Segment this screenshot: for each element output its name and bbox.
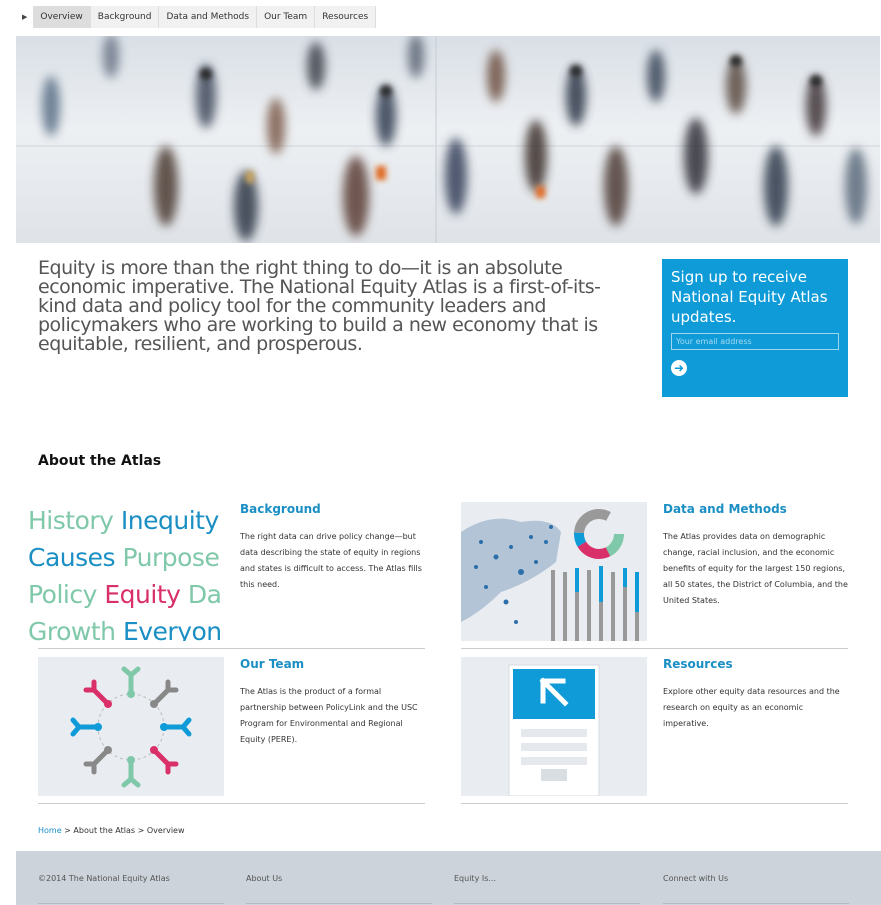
footer-equity-is[interactable]: Equity Is...	[454, 874, 496, 883]
play-arrow-icon: ▶	[22, 13, 28, 21]
footer-divider	[246, 903, 432, 904]
signup-box: Sign up to receive National Equity Atlas…	[662, 259, 848, 397]
footer-about-us[interactable]: About Us	[246, 874, 282, 883]
card-desc-background: The right data can drive policy change—b…	[240, 532, 422, 589]
arrow-right-icon[interactable]: ➜	[671, 360, 687, 376]
word: Everyon	[122, 617, 222, 641]
card-desc-our-team: The Atlas is the product of a formal par…	[240, 687, 418, 744]
card-title-resources[interactable]: Resources	[663, 657, 733, 671]
breadcrumb-home[interactable]: Home	[38, 826, 62, 835]
footer-divider	[663, 903, 849, 904]
word: Causes	[28, 543, 123, 572]
tab-background[interactable]: Background	[90, 6, 160, 28]
signup-title: Sign up to receive National Equity Atlas…	[671, 268, 828, 326]
word: History	[28, 506, 121, 535]
email-input[interactable]	[671, 333, 839, 350]
breadcrumb-separator: >	[61, 826, 74, 835]
word: Inequity	[120, 506, 219, 535]
divider	[461, 803, 848, 804]
card-background: History Inequity Causes Purpose Policy E…	[28, 502, 425, 649]
card-desc-resources: Explore other equity data resources and …	[663, 687, 840, 728]
card-desc-data-and-methods: The Atlas provides data on demographic c…	[663, 532, 848, 605]
tab-our-team[interactable]: Our Team	[257, 6, 316, 28]
tab-data-and-methods[interactable]: Data and Methods	[159, 6, 258, 28]
divider	[38, 803, 425, 804]
map-chart-image	[461, 502, 647, 641]
footer-connect[interactable]: Connect with Us	[663, 874, 728, 883]
card-resources: Resources Explore other equity data reso…	[461, 657, 848, 804]
card-title-our-team[interactable]: Our Team	[240, 657, 304, 671]
hero-image	[16, 36, 880, 243]
footer: ©2014 The National Equity Atlas About Us…	[16, 851, 881, 905]
footer-divider	[38, 903, 224, 904]
breadcrumb: Home > About the Atlas > Overview	[38, 826, 185, 835]
tab-resources[interactable]: Resources	[315, 6, 377, 28]
divider	[38, 648, 425, 649]
word: Purpose	[122, 543, 220, 572]
word: Equity	[104, 580, 188, 609]
word-cloud-image: History Inequity Causes Purpose Policy E…	[28, 502, 224, 641]
word: Da	[187, 580, 222, 609]
footer-divider	[454, 903, 640, 904]
resources-screen-image	[461, 657, 647, 796]
footer-copyright: ©2014 The National Equity Atlas	[38, 874, 170, 883]
word: Growth	[28, 617, 123, 641]
card-data-and-methods: Data and Methods The Atlas provides data…	[461, 502, 848, 649]
top-tabs: ▶ Overview Background Data and Methods O…	[22, 6, 377, 28]
tab-overview[interactable]: Overview	[33, 6, 91, 28]
about-heading: About the Atlas	[38, 453, 162, 469]
team-network-image	[38, 657, 224, 796]
breadcrumb-about[interactable]: About the Atlas	[73, 826, 135, 835]
divider	[461, 648, 848, 649]
intro-paragraph: Equity is more than the right thing to d…	[38, 257, 601, 355]
breadcrumb-current: Overview	[146, 826, 185, 835]
breadcrumb-separator: >	[135, 826, 147, 835]
word: Policy	[28, 580, 105, 609]
card-title-background[interactable]: Background	[240, 502, 321, 516]
card-title-data-and-methods[interactable]: Data and Methods	[663, 502, 787, 516]
crowd-illustration	[16, 36, 880, 243]
card-our-team: Our Team The Atlas is the product of a f…	[38, 657, 425, 804]
